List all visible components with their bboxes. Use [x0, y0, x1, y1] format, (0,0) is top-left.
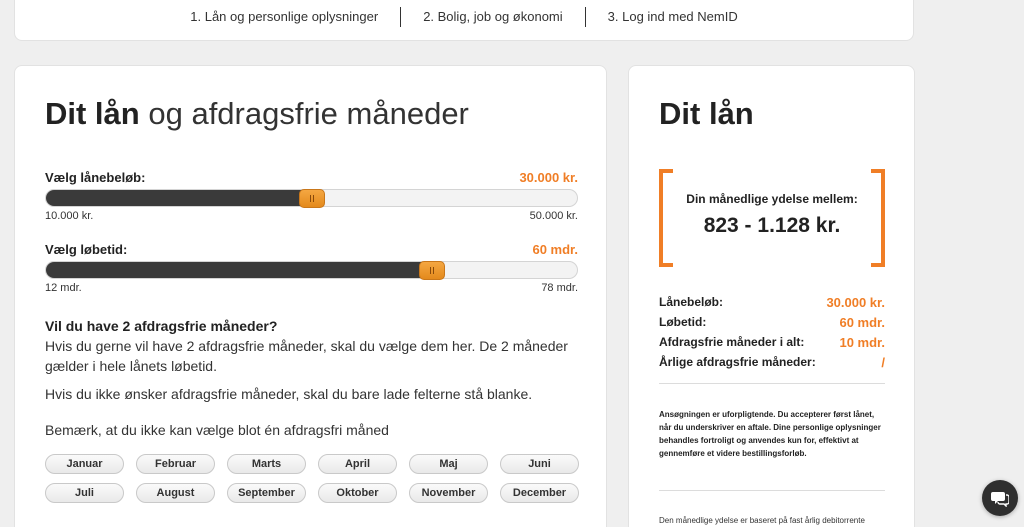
month-button-juli[interactable]: Juli	[45, 483, 124, 503]
month-button-december[interactable]: December	[500, 483, 579, 503]
amount-fill	[46, 190, 312, 206]
month-button-januar[interactable]: Januar	[45, 454, 124, 474]
summary-key: Lånebeløb:	[659, 295, 724, 309]
amount-handle[interactable]	[298, 189, 325, 208]
summary-key: Løbetid:	[659, 315, 707, 329]
summary-row: Løbetid: 60 mdr.	[659, 312, 885, 332]
term-max: 78 mdr.	[541, 282, 578, 294]
month-button-april[interactable]: April	[318, 454, 397, 474]
question-heading: Vil du have 2 afdragsfrie måneder?	[45, 318, 278, 334]
step-3[interactable]: 3. Log ind med NemID	[586, 9, 760, 24]
summary-value: 10 mdr.	[839, 334, 885, 350]
summary-value: 30.000 kr.	[826, 294, 885, 310]
summary-value: /	[881, 354, 885, 370]
term-handle[interactable]	[419, 261, 446, 280]
rate-note: Den månedlige ydelse er baseret på fast …	[659, 516, 865, 525]
divider	[659, 490, 885, 491]
month-button-februar[interactable]: Februar	[136, 454, 215, 474]
summary-key: Årlige afdragsfrie måneder:	[659, 355, 816, 369]
amount-max: 50.000 kr.	[529, 210, 578, 222]
summary-row: Lånebeløb: 30.000 kr.	[659, 292, 885, 312]
month-button-november[interactable]: November	[409, 483, 488, 503]
single-month-note: Bemærk, at du ikke kan vælge blot én afd…	[45, 422, 389, 438]
summary-row: Afdragsfrie måneder i alt: 10 mdr.	[659, 332, 885, 352]
term-track[interactable]	[45, 261, 578, 280]
divider	[659, 383, 885, 384]
steps-bar: 1. Lån og personlige oplysninger 2. Boli…	[14, 0, 914, 41]
term-slider: Vælg løbetid: 60 mdr. 12 mdr. 78 mdr.	[45, 242, 578, 294]
month-button-juni[interactable]: Juni	[500, 454, 579, 474]
summary-key: Afdragsfrie måneder i alt:	[659, 335, 805, 349]
term-value: 60 mdr.	[532, 242, 578, 257]
chat-button[interactable]	[982, 480, 1018, 516]
month-button-marts[interactable]: Marts	[227, 454, 306, 474]
amount-label: Vælg lånebeløb:	[45, 170, 146, 185]
month-button-september[interactable]: September	[227, 483, 306, 503]
term-fill	[46, 262, 433, 278]
loan-summary-card: Dit lån Din månedlige ydelse mellem: 823…	[628, 65, 915, 527]
term-min: 12 mdr.	[45, 282, 82, 294]
month-button-august[interactable]: August	[136, 483, 215, 503]
title-bold: Dit lån	[45, 96, 140, 131]
summary-value: 60 mdr.	[839, 314, 885, 330]
summary-row: Årlige afdragsfrie måneder: /	[659, 352, 885, 372]
step-2[interactable]: 2. Bolig, job og økonomi	[401, 9, 584, 24]
amount-min: 10.000 kr.	[45, 210, 94, 222]
amount-value: 30.000 kr.	[519, 170, 578, 185]
summary-title-rest: lån	[708, 96, 754, 131]
term-label: Vælg løbetid:	[45, 242, 128, 257]
month-button-maj[interactable]: Maj	[409, 454, 488, 474]
blank-info: Hvis du ikke ønsker afdragsfrie måneder,…	[45, 386, 533, 402]
question-text: Hvis du gerne vil have 2 afdragsfrie mån…	[45, 338, 568, 374]
amount-slider: Vælg lånebeløb: 30.000 kr. 10.000 kr. 50…	[45, 170, 578, 222]
chat-bubble-icon	[991, 492, 1009, 507]
loan-form-card: Dit lån og afdragsfrie måneder Vælg låne…	[14, 65, 607, 527]
loan-summary: Lånebeløb: 30.000 kr. Løbetid: 60 mdr. Afdra…	[659, 292, 885, 372]
disclaimer: Ansøgningen er uforpligtende. Du accepte…	[659, 410, 881, 458]
summary-title: Dit lån	[659, 96, 754, 132]
monthly-payment-value: 823 - 1.128 kr.	[703, 214, 841, 237]
amount-track[interactable]	[45, 189, 578, 208]
summary-title-bold: Dit	[659, 96, 701, 131]
monthly-payment-label: Din månedlige ydelse mellem:	[686, 192, 858, 206]
month-picker: Januar Februar Marts April Maj Juni Juli August…	[45, 454, 579, 503]
deferral-question: Vil du have 2 afdragsfrie måneder? Hvis …	[45, 316, 585, 376]
title-rest: og afdragsfrie måneder	[148, 96, 469, 131]
page-title: Dit lån og afdragsfrie måneder	[45, 96, 469, 132]
month-button-oktober[interactable]: Oktober	[318, 483, 397, 503]
step-1[interactable]: 1. Lån og personlige oplysninger	[168, 9, 400, 24]
